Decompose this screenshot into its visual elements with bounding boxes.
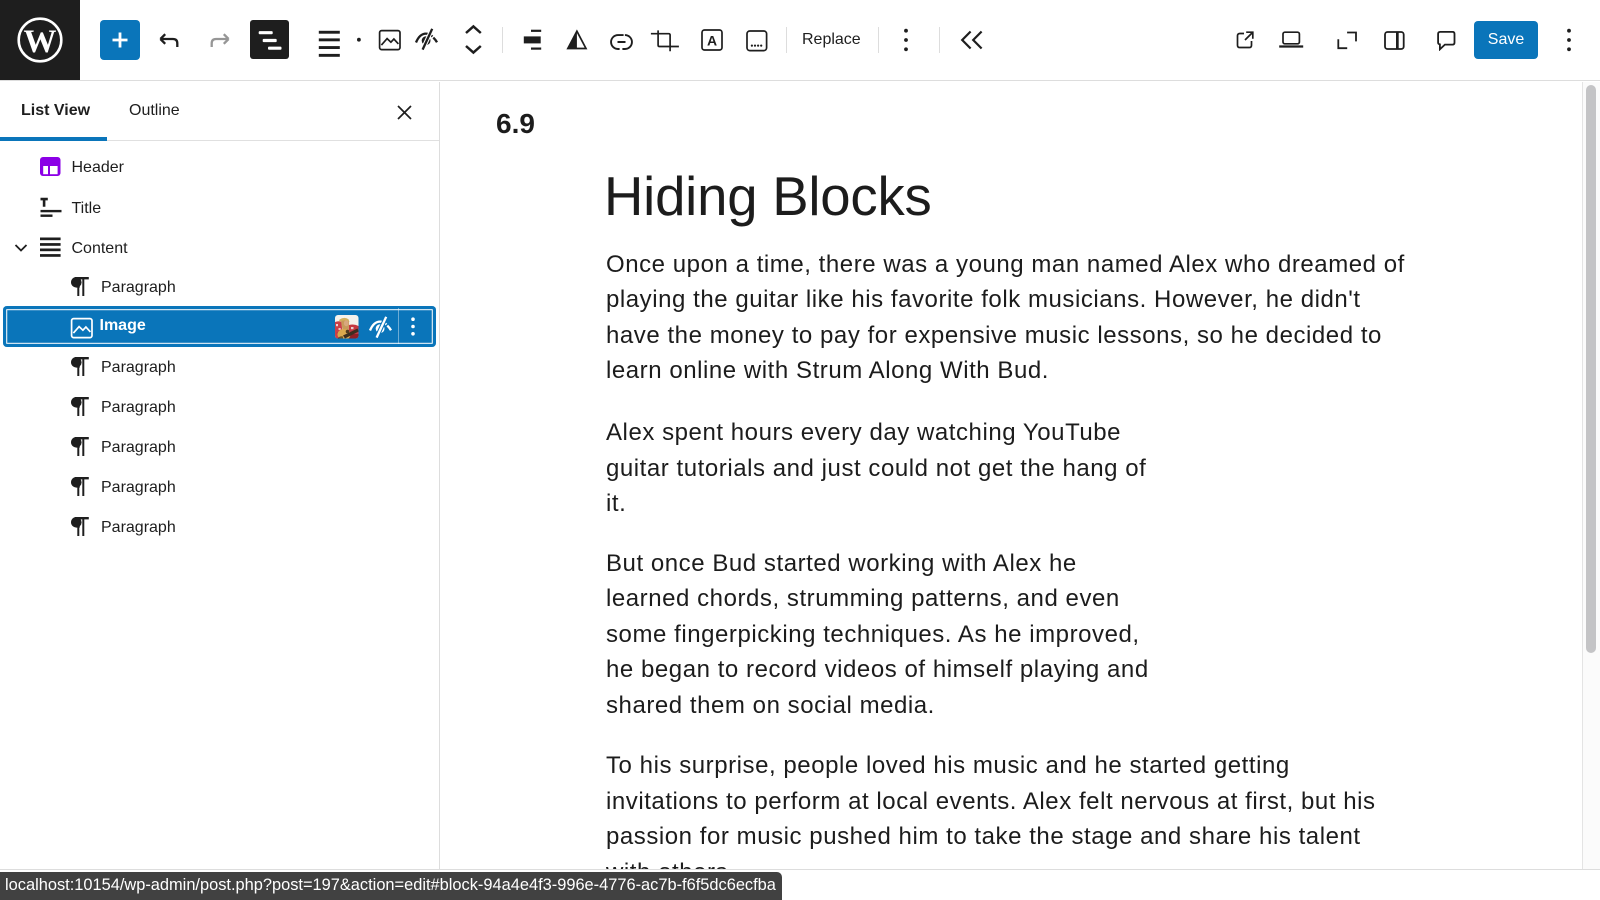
svg-text:W: W (24, 24, 57, 60)
svg-text:A: A (707, 33, 717, 49)
